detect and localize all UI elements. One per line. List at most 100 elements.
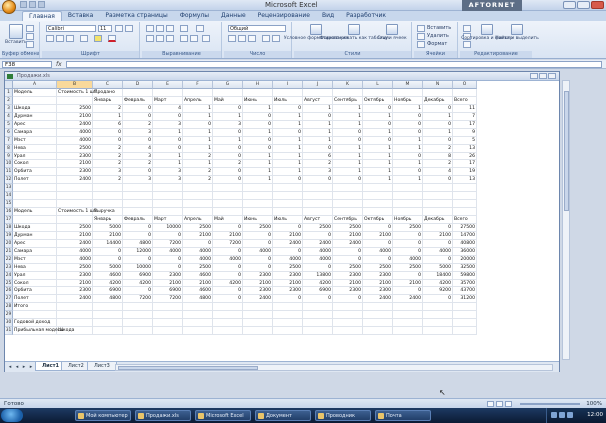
grid-cell[interactable] <box>183 311 213 320</box>
grid-cell[interactable]: Урал <box>13 152 57 161</box>
grid-cell[interactable] <box>123 89 153 97</box>
format-cells-icon[interactable] <box>417 41 425 48</box>
grid-cell[interactable]: 1 <box>333 168 363 177</box>
grid-cell[interactable]: Сокол <box>13 160 57 169</box>
taskbar-item[interactable]: Проводник <box>315 410 371 421</box>
grid-cell[interactable]: 2500 <box>333 263 363 272</box>
grid-cell[interactable]: 0 <box>123 287 153 296</box>
grid-cell[interactable] <box>363 192 393 201</box>
taskbar-item[interactable]: Документ <box>255 410 311 421</box>
grid-cell[interactable] <box>213 192 243 201</box>
grid-cell[interactable]: 0 <box>243 239 273 248</box>
grid-cell[interactable]: 2300 <box>363 287 393 296</box>
grid-cell[interactable]: 0 <box>273 128 303 137</box>
grid-cell[interactable] <box>423 200 453 209</box>
volume-icon[interactable] <box>559 412 565 418</box>
next-sheet-icon[interactable]: ▸ <box>21 364 27 370</box>
grid-cell[interactable]: 5000 <box>93 223 123 232</box>
grid-cell[interactable]: 0 <box>213 168 243 177</box>
grid-cell[interactable]: 1 <box>183 160 213 169</box>
clear-icon[interactable] <box>463 41 471 48</box>
grid-cell[interactable]: 2400 <box>57 295 93 304</box>
grid-cell[interactable]: Мэст <box>13 255 57 264</box>
grid-cell[interactable] <box>93 303 123 312</box>
horizontal-scroll-thumb[interactable] <box>118 366 258 370</box>
grid-cell[interactable]: Дурман <box>13 112 57 121</box>
grid-cell[interactable] <box>13 216 57 224</box>
grid-cell[interactable]: 1 <box>363 152 393 161</box>
grid-cell[interactable]: 6 <box>93 120 123 129</box>
grid-cell[interactable] <box>213 200 243 209</box>
autosum-icon[interactable] <box>463 25 471 32</box>
grid-cell[interactable]: Апрель <box>183 96 213 105</box>
grid-cell[interactable] <box>243 303 273 312</box>
grid-cell[interactable]: 0 <box>243 231 273 240</box>
grid-cell[interactable]: 9200 <box>423 287 453 296</box>
grid-cell[interactable]: 5000 <box>93 263 123 272</box>
grid-cell[interactable]: 2100 <box>57 160 93 169</box>
wrap-text-icon[interactable] <box>196 25 204 32</box>
grid-cell[interactable]: Шкода <box>57 327 93 336</box>
grid-cell[interactable] <box>57 200 93 209</box>
grid-cell[interactable]: 2500 <box>303 223 333 232</box>
grid-cell[interactable]: 0 <box>303 231 333 240</box>
grid-cell[interactable] <box>213 303 243 312</box>
grid-cell[interactable] <box>363 89 393 97</box>
row-header[interactable]: 27 <box>5 295 13 304</box>
grid-cell[interactable]: Орбита <box>13 168 57 177</box>
sheet-tab[interactable]: Лист3 <box>87 362 117 371</box>
grid-cell[interactable] <box>303 208 333 216</box>
workbook-minimize-button[interactable] <box>530 73 538 79</box>
grid-cell[interactable]: 2400 <box>363 295 393 304</box>
column-header[interactable]: D <box>123 81 153 89</box>
grid-cell[interactable] <box>333 200 363 209</box>
grid-cell[interactable]: 2100 <box>363 231 393 240</box>
grid-cell[interactable]: 0 <box>423 223 453 232</box>
grid-cell[interactable]: 32500 <box>453 263 477 272</box>
grid-cell[interactable] <box>123 327 153 336</box>
grid-cell[interactable] <box>93 319 123 328</box>
grid-cell[interactable]: 2400 <box>393 295 423 304</box>
grid-cell[interactable]: 2 <box>183 152 213 161</box>
grid-cell[interactable]: 0 <box>213 247 243 256</box>
grid-cell[interactable]: 2400 <box>57 176 93 185</box>
grid-cell[interactable] <box>453 319 477 328</box>
grid-cell[interactable] <box>213 208 243 216</box>
grid-cell[interactable] <box>153 192 183 201</box>
grid-cell[interactable] <box>123 319 153 328</box>
grid-cell[interactable] <box>93 184 123 193</box>
grid-cell[interactable]: 0 <box>123 136 153 145</box>
grid-cell[interactable]: Полет <box>13 176 57 185</box>
italic-icon[interactable] <box>56 35 64 42</box>
grid-cell[interactable]: 0 <box>273 104 303 113</box>
delete-cells-label[interactable]: Удалить <box>427 33 449 39</box>
grid-cell[interactable]: 0 <box>393 287 423 296</box>
grid-cell[interactable]: 2100 <box>153 279 183 288</box>
grid-cell[interactable]: 1 <box>393 176 423 185</box>
grid-cell[interactable]: 0 <box>153 136 183 145</box>
grid-cell[interactable]: 1 <box>153 160 183 169</box>
name-box[interactable]: F38 <box>2 61 52 68</box>
first-sheet-icon[interactable]: ◂ <box>7 364 13 370</box>
grid-cell[interactable]: 0 <box>273 223 303 232</box>
grid-cell[interactable]: 4000 <box>57 247 93 256</box>
grid-cell[interactable]: 0 <box>93 136 123 145</box>
grid-cell[interactable]: Шкода <box>13 104 57 113</box>
grid-cell[interactable]: 1 <box>363 176 393 185</box>
grid-cell[interactable]: 0 <box>123 168 153 177</box>
grid-cell[interactable]: 0 <box>303 263 333 272</box>
grid-cell[interactable]: 2 <box>93 160 123 169</box>
grid-cell[interactable]: Декабрь <box>423 96 453 105</box>
grid-cell[interactable] <box>303 184 333 193</box>
row-header[interactable]: 6 <box>5 128 13 137</box>
grid-cell[interactable]: Декабрь <box>423 216 453 224</box>
grid-cell[interactable]: 1 <box>153 152 183 161</box>
grid-cell[interactable]: 4000 <box>393 255 423 264</box>
grid-cell[interactable]: 7200 <box>123 295 153 304</box>
grid-cell[interactable] <box>153 89 183 97</box>
grid-cell[interactable] <box>273 319 303 328</box>
row-header[interactable]: 24 <box>5 271 13 280</box>
percent-icon[interactable] <box>238 35 246 42</box>
grid-cell[interactable] <box>57 319 93 328</box>
find-select-button[interactable]: Найти и выделить <box>495 24 539 41</box>
